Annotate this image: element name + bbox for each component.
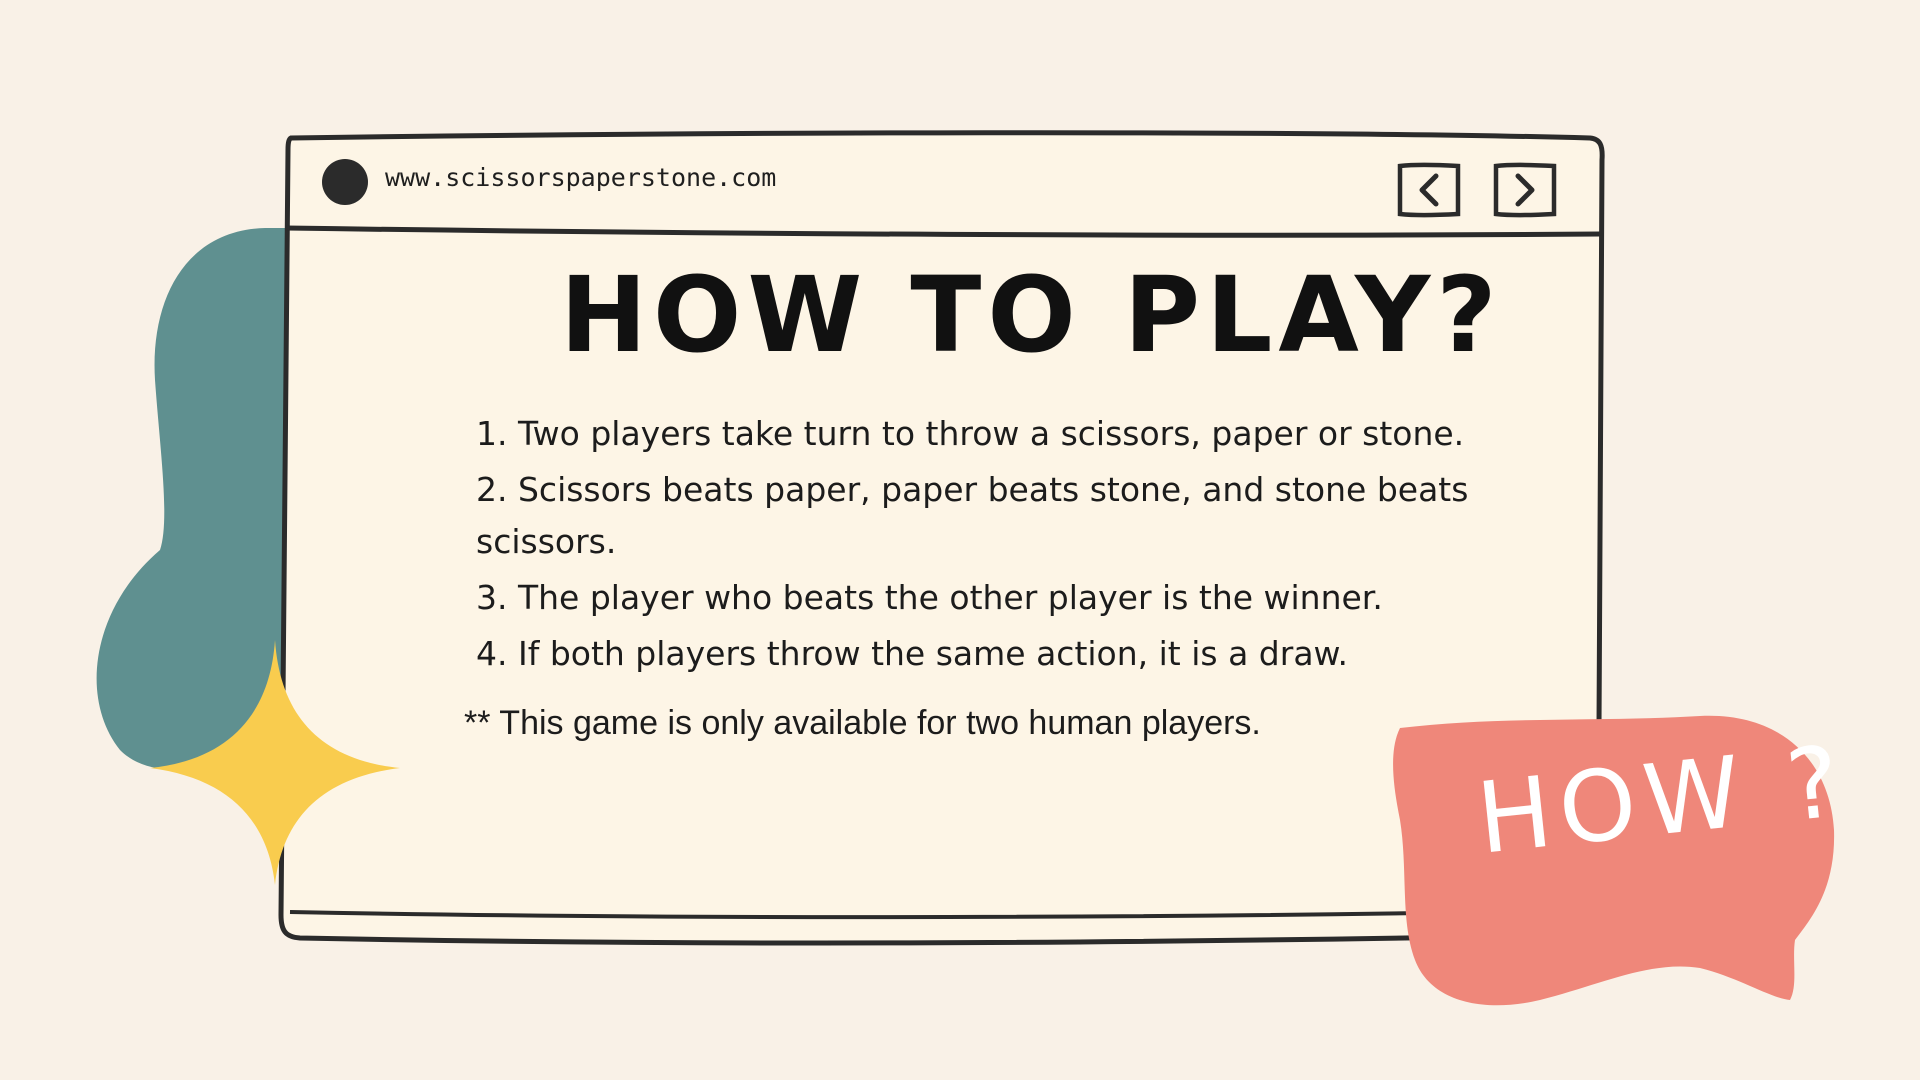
address-bar-url[interactable]: www.scissorspaperstone.com: [385, 163, 776, 192]
back-button[interactable]: [1396, 162, 1462, 218]
rules-list: 1. Two players take turn to throw a scis…: [476, 408, 1536, 684]
rule-item: 2. Scissors beats paper, paper beats sto…: [476, 470, 1469, 561]
availability-note: ** This game is only available for two h…: [464, 704, 1261, 742]
teal-blob: [96, 228, 285, 770]
page-title: HOW TO PLAY?: [560, 254, 1503, 376]
rule-item: 1. Two players take turn to throw a scis…: [476, 414, 1465, 453]
slide-canvas: www.scissorspaperstone.com HOW TO PLAY? …: [0, 0, 1920, 1080]
chevron-left-icon: [1397, 162, 1461, 218]
chevron-right-icon: [1493, 162, 1557, 218]
rule-item: 4. If both players throw the same action…: [476, 634, 1348, 673]
rule-item: 3. The player who beats the other player…: [476, 578, 1383, 617]
circle-dot-icon: [322, 159, 368, 205]
forward-button[interactable]: [1492, 162, 1558, 218]
